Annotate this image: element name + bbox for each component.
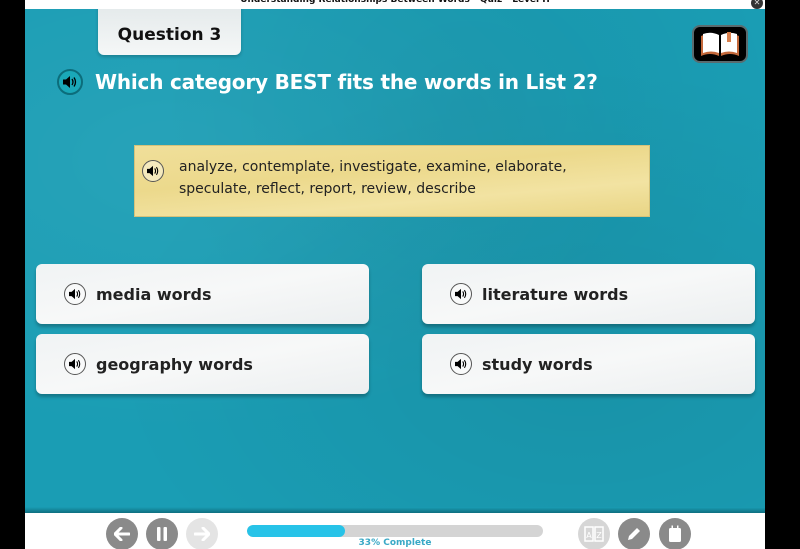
answer-audio-button[interactable]: [64, 353, 86, 375]
glossary-button[interactable]: [692, 25, 748, 63]
question-number-label: Question 3: [117, 25, 222, 45]
answer-audio-button[interactable]: [450, 353, 472, 375]
notepad-button[interactable]: [659, 518, 691, 549]
progress-bar-fill: [247, 525, 345, 537]
svg-text:A: A: [586, 531, 592, 540]
arrow-left-icon: [114, 527, 130, 541]
answer-option-geography-words[interactable]: geography words: [36, 334, 369, 394]
arrow-right-icon: [194, 527, 210, 541]
answer-label: literature words: [482, 284, 629, 304]
pencil-button[interactable]: [618, 518, 650, 549]
quiz-app: Understanding Relationships Between Word…: [25, 0, 765, 549]
quiz-stage: Question 3 Which category BEST fits the …: [25, 9, 765, 513]
pause-icon: [157, 527, 167, 541]
a-z-dictionary-icon: A Z: [584, 526, 604, 542]
speaker-icon: [63, 76, 77, 88]
answer-label: media words: [96, 284, 212, 304]
speaker-icon: [69, 358, 81, 370]
answer-option-literature-words[interactable]: literature words: [422, 264, 755, 324]
word-list-text: analyze, contemplate, investigate, exami…: [179, 159, 567, 197]
open-book-icon: [701, 32, 739, 56]
word-list-audio-button[interactable]: [142, 160, 164, 182]
svg-text:Z: Z: [596, 531, 602, 540]
next-button[interactable]: [186, 518, 218, 549]
dictionary-button[interactable]: A Z: [578, 518, 610, 549]
speaker-icon: [455, 358, 467, 370]
question-text: Which category BEST fits the words in Li…: [95, 70, 598, 94]
speaker-icon: [455, 288, 467, 300]
answer-option-media-words[interactable]: media words: [36, 264, 369, 324]
notepad-icon: [669, 525, 681, 542]
footer-toolbar: 33% Complete A Z: [25, 513, 765, 549]
answer-option-study-words[interactable]: study words: [422, 334, 755, 394]
close-button[interactable]: ✕: [751, 0, 763, 9]
title-bar: Understanding Relationships Between Word…: [25, 0, 765, 9]
prompt-audio-button[interactable]: [57, 69, 83, 95]
speaker-icon: [147, 165, 159, 177]
close-icon: ✕: [753, 0, 761, 7]
back-button[interactable]: [106, 518, 138, 549]
pencil-icon: [628, 528, 640, 540]
answer-audio-button[interactable]: [64, 283, 86, 305]
question-prompt: Which category BEST fits the words in Li…: [57, 69, 598, 95]
answer-label: study words: [482, 354, 593, 374]
speaker-icon: [69, 288, 81, 300]
answer-label: geography words: [96, 354, 253, 374]
window-title: Understanding Relationships Between Word…: [240, 0, 550, 5]
word-list-card: analyze, contemplate, investigate, exami…: [134, 145, 650, 217]
answer-audio-button[interactable]: [450, 283, 472, 305]
question-number-tab: Question 3: [98, 9, 241, 55]
progress-bar: [247, 525, 543, 537]
pause-button[interactable]: [146, 518, 178, 549]
progress-label: 33% Complete: [358, 538, 432, 548]
